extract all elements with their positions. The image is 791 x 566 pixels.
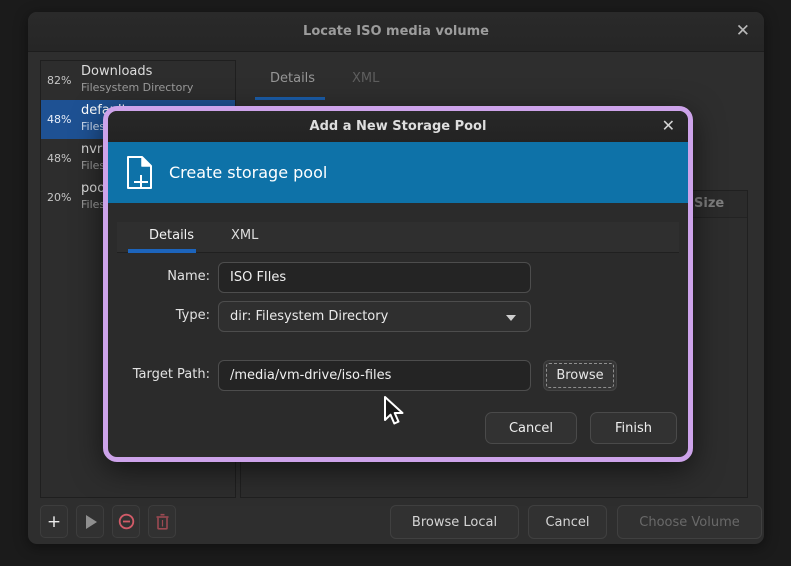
pool-usage-percent: 82% <box>47 74 71 87</box>
target-path-label: Target Path: <box>115 367 210 382</box>
pool-type: Filesystem Directory <box>81 81 193 94</box>
dialog-finish-button[interactable]: Finish <box>590 412 677 444</box>
add-storage-pool-dialog: Add a New Storage Pool ✕ Create storage … <box>103 106 693 462</box>
name-label: Name: <box>115 269 210 284</box>
stop-pool-button[interactable] <box>112 505 140 538</box>
start-pool-button[interactable] <box>76 505 104 538</box>
tab-details[interactable]: Details <box>270 60 315 97</box>
dialog-header-banner: Create storage pool <box>108 142 688 203</box>
pool-name: Downloads <box>81 64 152 79</box>
plus-icon: + <box>47 512 61 532</box>
size-column-header[interactable]: Size <box>694 196 724 211</box>
window-cancel-button[interactable]: Cancel <box>528 505 607 539</box>
window-cancel-label: Cancel <box>545 515 589 530</box>
dialog-active-tab-underline <box>128 249 196 253</box>
dialog-header-title: Create storage pool <box>169 163 327 182</box>
dialog-tab-details[interactable]: Details <box>149 222 194 250</box>
type-label: Type: <box>115 308 210 323</box>
choose-volume-label: Choose Volume <box>639 515 739 530</box>
pool-usage-percent: 20% <box>47 191 71 204</box>
dialog-titlebar[interactable]: Add a New Storage Pool ✕ <box>108 111 688 142</box>
browse-local-label: Browse Local <box>412 515 497 530</box>
pool-usage-percent: 48% <box>47 113 71 126</box>
tab-xml[interactable]: XML <box>352 60 379 97</box>
delete-pool-button[interactable] <box>148 505 176 538</box>
type-dropdown[interactable]: dir: Filesystem Directory <box>218 301 531 332</box>
type-dropdown-value: dir: Filesystem Directory <box>230 309 388 324</box>
dialog-cancel-button[interactable]: Cancel <box>485 412 577 444</box>
window-titlebar[interactable]: Locate ISO media volume ✕ <box>28 12 764 52</box>
browse-local-button[interactable]: Browse Local <box>390 505 519 539</box>
add-pool-button[interactable]: + <box>40 505 68 538</box>
dialog-title: Add a New Storage Pool <box>108 111 688 142</box>
active-tab-underline <box>255 97 325 100</box>
window-title: Locate ISO media volume <box>28 12 764 52</box>
dialog-finish-label: Finish <box>615 421 652 436</box>
browse-button[interactable]: Browse <box>543 360 617 391</box>
target-path-input[interactable] <box>218 360 531 391</box>
dialog-tabs: Details XML <box>117 222 679 253</box>
choose-volume-button[interactable]: Choose Volume <box>617 505 762 539</box>
stop-circle-icon <box>118 513 135 530</box>
dialog-close-icon[interactable]: ✕ <box>662 111 675 142</box>
dialog-cancel-label: Cancel <box>509 421 553 436</box>
window-close-icon[interactable]: ✕ <box>736 12 750 52</box>
new-document-icon <box>124 155 155 191</box>
play-icon <box>86 515 97 529</box>
pool-detail-tabs: Details XML <box>240 60 750 100</box>
chevron-down-icon <box>506 315 516 321</box>
browse-button-label: Browse <box>556 368 603 383</box>
pool-row-downloads[interactable]: 82% Downloads Filesystem Directory <box>41 61 235 100</box>
pool-usage-percent: 48% <box>47 152 71 165</box>
trash-icon <box>155 513 170 530</box>
name-input[interactable] <box>218 262 531 293</box>
dialog-tab-xml[interactable]: XML <box>231 222 258 250</box>
